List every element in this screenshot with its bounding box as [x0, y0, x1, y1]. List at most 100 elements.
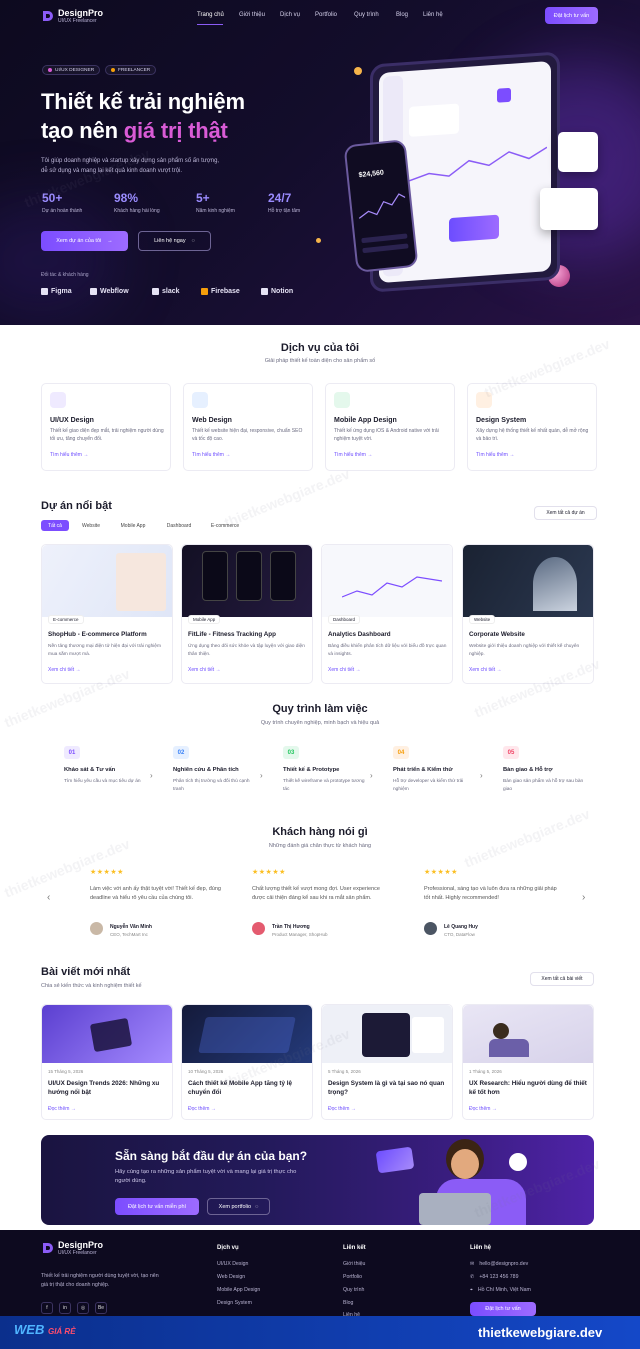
footer-brand-name[interactable]: DesignPro [58, 1240, 103, 1250]
thumb-building [533, 557, 577, 611]
thumb-chart [342, 576, 442, 598]
nav-item-process[interactable]: Quy trình [354, 12, 379, 18]
service-card-design-system[interactable]: Design System Xây dựng hệ thống thiết kế… [467, 383, 597, 471]
hero-title-pre: tạo nên [41, 118, 124, 143]
project-details-link[interactable]: Xem chi tiết → [469, 667, 502, 673]
view-portfolio-button[interactable]: Xem portfolio ◌ [207, 1198, 270, 1215]
nav-item-home[interactable]: Trang chủ [197, 12, 224, 18]
hero-title-line1: Thiết kế trải nghiệm [41, 89, 245, 114]
read-more-link[interactable]: Đọc thêm → [188, 1106, 216, 1112]
chevron-right-icon: › [370, 771, 373, 780]
service-card-web[interactable]: Web Design Thiết kế website hiện đại, re… [183, 383, 313, 471]
view-all-posts-button[interactable]: Xem tất cả bài viết [530, 972, 594, 986]
filter-dashboard[interactable]: Dashboard [160, 520, 198, 531]
nav-item-blog[interactable]: Blog [396, 12, 408, 18]
filter-all[interactable]: Tất cả [41, 520, 69, 531]
service-learn-more-link[interactable]: Tìm hiểu thêm → [334, 452, 372, 458]
reviewer-role: CEO, TechMart Inc [110, 932, 148, 937]
blog-card[interactable]: 15 Tháng 5, 2026 UI/UX Design Trends 202… [41, 1004, 173, 1120]
view-all-projects-button[interactable]: Xem tất cả dự án [534, 506, 597, 520]
dot-icon [111, 68, 115, 72]
instagram-icon[interactable]: ◎ [77, 1302, 89, 1314]
footer-link[interactable]: UI/UX Design [217, 1261, 248, 1267]
filter-website[interactable]: Website [76, 520, 106, 531]
view-projects-button[interactable]: Xem dự án của tôi → [41, 231, 128, 251]
project-details-link[interactable]: Xem chi tiết → [328, 667, 361, 673]
step-number: 02 [173, 746, 189, 759]
blog-post-title[interactable]: UI/UX Design Trends 2026: Những xu hướng… [48, 1079, 173, 1097]
footer-link[interactable]: Web Design [217, 1274, 245, 1280]
blog-post-title[interactable]: UX Research: Hiểu người dùng để thiết kế… [469, 1079, 594, 1097]
blog-post-title[interactable]: Cách thiết kế Mobile App tăng tỷ lệ chuy… [188, 1079, 313, 1097]
thumb-person [493, 1023, 509, 1039]
project-details-link[interactable]: Xem chi tiết → [48, 667, 81, 673]
project-card-corporate[interactable]: Website Corporate Website Website giới t… [462, 544, 594, 684]
service-learn-more-link[interactable]: Tìm hiểu thêm → [476, 452, 514, 458]
reviewer-name: Nguyễn Văn Minh [110, 924, 152, 930]
footer-link[interactable]: Portfolio [343, 1274, 362, 1280]
thumb-phone [236, 551, 262, 601]
footer-link[interactable]: Quy trình [343, 1287, 364, 1293]
services-subtitle: Giải pháp thiết kế toàn diện cho sản phẩ… [264, 358, 376, 364]
stat-satisfaction-label: Khách hàng hài lòng [114, 208, 160, 214]
project-card-shophub[interactable]: E-commerce ShopHub - E-commerce Platform… [41, 544, 173, 684]
footer-link[interactable]: Design System [217, 1300, 252, 1306]
rating-stars: ★★★★★ [424, 869, 458, 876]
service-learn-more-link[interactable]: Tìm hiểu thêm → [192, 452, 230, 458]
filter-mobile-app[interactable]: Mobile App [113, 520, 153, 531]
linkedin-icon[interactable]: in [59, 1302, 71, 1314]
facebook-icon[interactable]: f [41, 1302, 53, 1314]
service-learn-more-link[interactable]: Tìm hiểu thêm → [50, 452, 88, 458]
firebase-icon [201, 288, 208, 295]
watermark-logo-b: GIÁ RẺ [47, 1327, 76, 1336]
service-card-mobile[interactable]: Mobile App Design Thiết kế ứng dụng iOS … [325, 383, 455, 471]
nav-item-about[interactable]: Giới thiệu [239, 12, 265, 18]
project-desc: Website giới thiệu doanh nghiệp với thiế… [469, 644, 580, 657]
blog-date: 15 Tháng 5, 2026 [48, 1069, 84, 1074]
contact-now-button[interactable]: Liên hệ ngay ◌ [138, 231, 211, 251]
nav-item-contact[interactable]: Liên hệ [423, 12, 443, 18]
nav-item-services[interactable]: Dịch vụ [280, 12, 300, 18]
blog-card[interactable]: 10 Tháng 5, 2026 Cách thiết kế Mobile Ap… [181, 1004, 313, 1120]
slack-icon [152, 288, 159, 295]
project-title: Analytics Dashboard [328, 631, 391, 638]
cta-banner: Sẵn sàng bắt đầu dự án của bạn? Hãy cùng… [41, 1135, 594, 1225]
stat-satisfaction-value: 98% [114, 191, 139, 205]
badge-label: UI/UX DESIGNER [55, 67, 95, 73]
step-number: 05 [503, 746, 519, 759]
blog-card[interactable]: 1 Tháng 5, 2026 UX Research: Hiểu người … [462, 1004, 594, 1120]
footer-consult-button[interactable]: Đặt lịch tư vấn [470, 1302, 536, 1316]
step-desc: Phân tích thị trường và đối thủ cạnh tra… [173, 779, 250, 792]
footer-link[interactable]: Blog [343, 1300, 353, 1306]
footer-link[interactable]: Mobile App Design [217, 1287, 260, 1293]
thumb-phone [270, 551, 296, 601]
filter-ecommerce[interactable]: E-commerce [205, 520, 245, 531]
read-more-link[interactable]: Đọc thêm → [469, 1106, 497, 1112]
step-desc: Thiết kế wireframe và prototype tương tá… [283, 779, 365, 792]
read-more-link[interactable]: Đọc thêm → [328, 1106, 356, 1112]
carousel-next-button[interactable]: › [582, 892, 585, 903]
read-more-link[interactable]: Đọc thêm → [48, 1106, 76, 1112]
footer-link[interactable]: Giới thiệu [343, 1261, 365, 1267]
phone-icon: ✆ [470, 1274, 475, 1280]
footer-desc: Thiết kế trải nghiệm người dùng tuyệt vờ… [41, 1273, 159, 1288]
project-card-analytics[interactable]: Dashboard Analytics Dashboard Bảng điều … [321, 544, 453, 684]
footer-contact-phone[interactable]: ✆ +84 123 456 789 [470, 1274, 518, 1280]
project-card-fitlife[interactable]: Mobile App FitLife - Fitness Tracking Ap… [181, 544, 313, 684]
thumb-phone [362, 1013, 410, 1057]
book-consult-button[interactable]: Đặt lịch tư vấn [545, 7, 598, 24]
carousel-prev-button[interactable]: ‹ [47, 892, 50, 903]
service-card-uiux[interactable]: UI/UX Design Thiết kế giao diện đẹp mắt,… [41, 383, 171, 471]
project-details-link[interactable]: Xem chi tiết → [188, 667, 221, 673]
brand-name[interactable]: DesignPro [58, 8, 103, 18]
behance-icon[interactable]: Be [95, 1302, 107, 1314]
free-consult-button[interactable]: Đặt lịch tư vấn miễn phí [115, 1198, 199, 1215]
nav-item-portfolio[interactable]: Portfolio [315, 12, 337, 18]
blog-post-title[interactable]: Design System là gì và tại sao nó quan t… [328, 1079, 453, 1097]
step-desc: Tìm hiểu yêu cầu và mục tiêu dự án [64, 779, 141, 784]
nav-active-indicator [197, 24, 223, 25]
footer-contact-email[interactable]: ✉ hello@designpro.dev [470, 1261, 528, 1267]
blog-card[interactable]: 5 Tháng 5, 2026 Design System là gì và t… [321, 1004, 453, 1120]
partner-name: Figma [51, 288, 72, 295]
service-title: Web Design [192, 417, 232, 424]
